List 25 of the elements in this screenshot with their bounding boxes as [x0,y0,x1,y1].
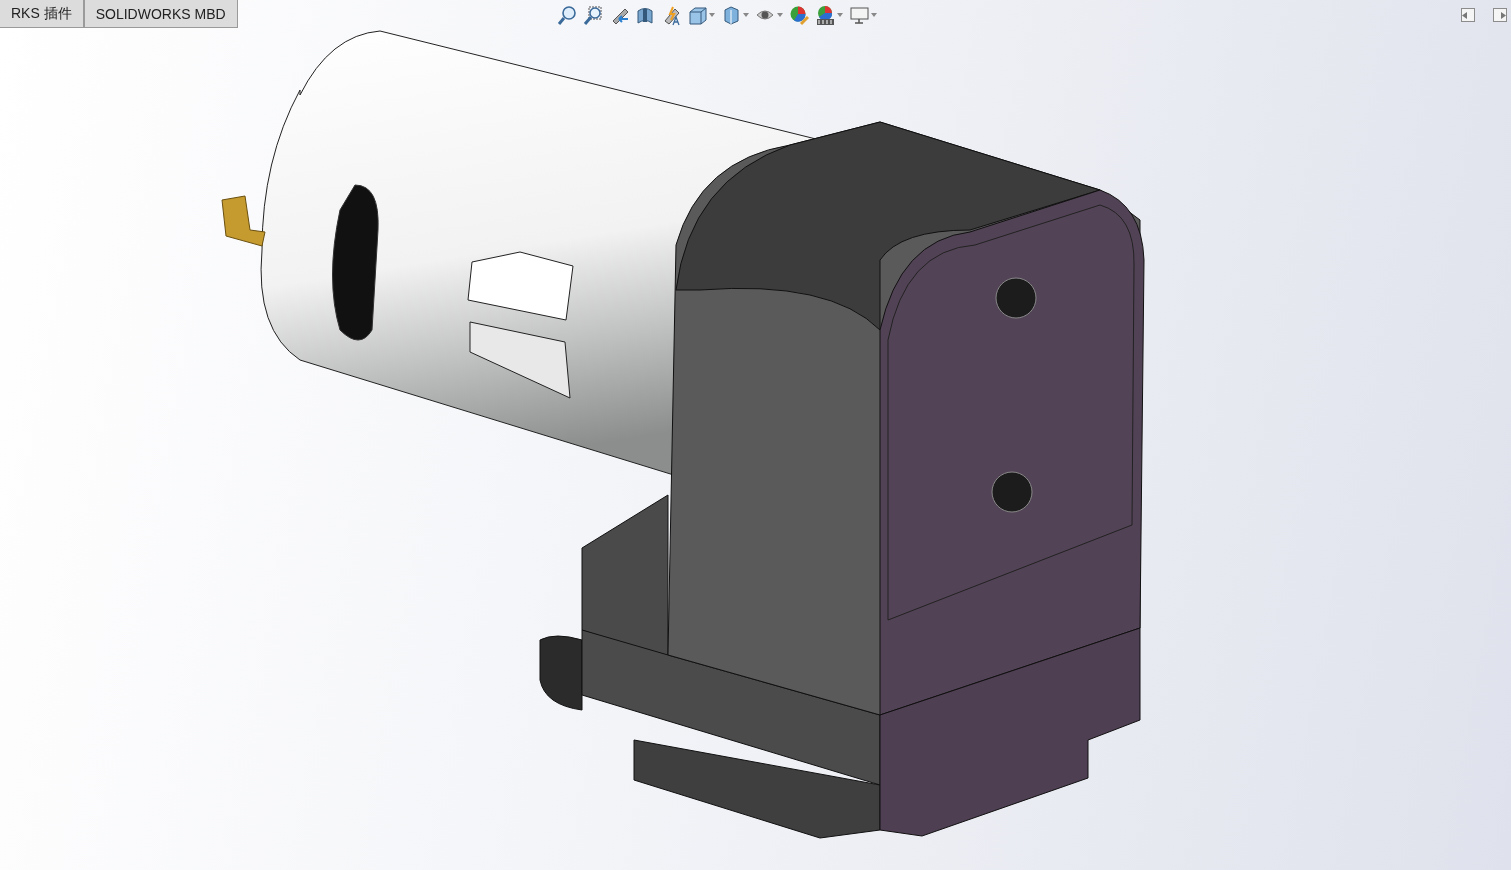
caret-icon [837,13,843,17]
panel-toggle-button[interactable] [1493,8,1507,22]
view-orientation-button[interactable] [687,4,715,26]
display-style-icon [721,4,741,26]
panel-toggle-button[interactable] [1461,8,1475,22]
zoom-area-button[interactable] [583,4,603,26]
display-style-button[interactable] [721,4,749,26]
view-settings-icon [849,4,869,26]
view-orientation-icon [687,4,707,26]
triangle-icon [1462,11,1467,19]
zoom-area-icon [583,4,603,26]
view-settings-button[interactable] [849,4,877,26]
edit-appearance-icon [789,4,809,26]
zoom-fit-button[interactable] [557,4,577,26]
triangle-icon [1501,11,1506,19]
edit-appearance-button[interactable] [789,4,809,26]
command-tab[interactable]: SOLIDWORKS MBD [83,0,238,28]
zoom-fit-icon [557,4,577,26]
caret-icon [777,13,783,17]
scene-icon [815,4,835,26]
caret-icon [709,13,715,17]
scene-button[interactable] [815,4,843,26]
caret-icon [871,13,877,17]
command-tab[interactable]: RKS 插件 [0,0,84,28]
caret-icon [743,13,749,17]
